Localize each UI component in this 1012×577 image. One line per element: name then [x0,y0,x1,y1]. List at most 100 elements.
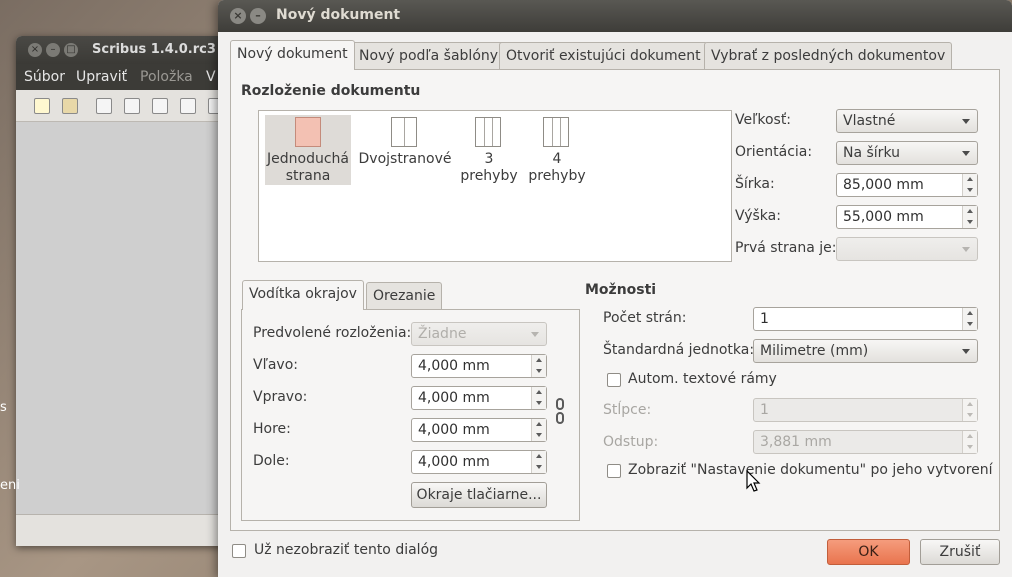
chain-link-icon[interactable] [556,412,564,424]
first-page-combo[interactable] [836,237,978,261]
arrow-down-icon[interactable] [967,188,973,192]
arrow-down-icon[interactable] [967,413,973,417]
margin-bottom-input[interactable] [412,451,532,473]
columns-stepper[interactable] [962,399,977,421]
arrow-up-icon[interactable] [967,209,973,213]
size-combo[interactable]: Vlastné [836,109,978,133]
height-label: Výška: [735,208,781,224]
new-document-icon[interactable] [34,98,50,114]
width-spinbox[interactable] [836,173,978,197]
arrow-down-icon[interactable] [967,220,973,224]
ok-button[interactable]: OK [827,539,910,565]
arrow-up-icon[interactable] [536,422,542,426]
page-count-spinbox[interactable] [753,307,978,331]
edge-text: s [0,400,7,415]
arrow-up-icon[interactable] [967,402,973,406]
preset-layouts-combo[interactable]: Žiadne [411,322,547,346]
menu-view[interactable]: V [206,69,216,85]
new-document-dialog: × – Nový dokument Nový dokument Nový pod… [218,0,1012,577]
tab-open-existing[interactable]: Otvoriť existujúci dokument [499,42,708,70]
gap-spinbox[interactable] [753,430,978,454]
dialog-titlebar: × – Nový dokument [218,0,1012,32]
width-stepper[interactable] [962,174,977,196]
arrow-down-icon[interactable] [967,445,973,449]
margin-right-stepper[interactable] [531,387,546,409]
layout-single-page[interactable]: Jednoduchá strana [265,115,351,185]
margin-right-spinbox[interactable] [411,386,547,410]
single-page-icon [295,117,321,147]
menu-file[interactable]: Súbor [24,69,65,85]
margin-top-spinbox[interactable] [411,418,547,442]
arrow-up-icon[interactable] [536,454,542,458]
page-count-stepper[interactable] [962,308,977,330]
show-doc-setup-checkbox[interactable] [607,464,621,478]
show-doc-setup-label: Zobraziť "Nastavenie dokumentu" po jeho … [628,462,993,478]
layout-three-fold[interactable]: 3 prehyby [455,115,523,185]
margin-top-stepper[interactable] [531,419,546,441]
print-icon[interactable] [152,98,168,114]
layout-section-title: Rozloženie dokumentu [241,83,421,99]
three-fold-icon [475,117,501,147]
height-input[interactable] [837,206,963,228]
arrow-up-icon[interactable] [967,177,973,181]
height-stepper[interactable] [962,206,977,228]
close-icon[interactable]: × [230,8,246,24]
arrow-up-icon[interactable] [967,311,973,315]
layout-double-sided[interactable]: Dvojstranové [357,115,453,185]
close-icon[interactable]: × [28,43,42,57]
margin-bottom-stepper[interactable] [531,451,546,473]
arrow-down-icon[interactable] [536,401,542,405]
columns-input[interactable] [754,399,963,421]
arrow-up-icon[interactable] [536,390,542,394]
layout-list[interactable]: Jednoduchá strana Dvojstranové 3 prehyby… [258,110,732,262]
tab-new-document[interactable]: Nový dokument [230,40,355,70]
close-document-icon[interactable] [124,98,140,114]
page-count-input[interactable] [754,308,963,330]
default-unit-combo[interactable]: Milimetre (mm) [753,339,978,363]
arrow-down-icon[interactable] [536,465,542,469]
margin-right-input[interactable] [412,387,532,409]
save-icon[interactable] [96,98,112,114]
margin-top-input[interactable] [412,419,532,441]
orientation-combo[interactable]: Na šírku [836,141,978,165]
tab-recent-documents[interactable]: Vybrať z posledných dokumentov [704,42,953,70]
columns-spinbox[interactable] [753,398,978,422]
gap-stepper[interactable] [962,431,977,453]
height-spinbox[interactable] [836,205,978,229]
preflight-icon[interactable] [180,98,196,114]
menu-edit[interactable]: Upraviť [76,69,127,85]
margin-left-spinbox[interactable] [411,354,547,378]
width-label: Šírka: [735,176,775,192]
columns-label: Stĺpce: [603,402,652,418]
menu-item[interactable]: Položka [140,69,193,85]
arrow-down-icon[interactable] [536,433,542,437]
chevron-down-icon [962,349,970,354]
background-statusbar [16,514,246,546]
arrow-down-icon[interactable] [967,322,973,326]
minimize-icon[interactable]: – [250,8,266,24]
arrow-up-icon[interactable] [967,434,973,438]
auto-text-frames-checkbox[interactable] [607,373,621,387]
tab-new-from-template[interactable]: Nový podľa šablóny [352,42,506,70]
tab-bleeds[interactable]: Orezanie [366,282,443,310]
background-scribus-window: × – □ Scribus 1.4.0.rc3 Súbor Upraviť Po… [16,36,246,546]
minimize-icon[interactable]: – [46,43,60,57]
layout-four-fold[interactable]: 4 prehyby [523,115,591,185]
background-window-title: Scribus 1.4.0.rc3 [92,42,216,57]
arrow-down-icon[interactable] [536,369,542,373]
chain-link-icon[interactable] [556,398,564,410]
width-input[interactable] [837,174,963,196]
printer-margins-button[interactable]: Okraje tlačiarne... [411,482,547,508]
dont-show-again-checkbox[interactable] [232,544,246,558]
open-folder-icon[interactable] [62,98,78,114]
tab-margin-guides[interactable]: Vodítka okrajov [242,280,364,310]
maximize-icon[interactable]: □ [64,43,78,57]
arrow-up-icon[interactable] [536,358,542,362]
background-toolbar [16,90,246,122]
margin-left-input[interactable] [412,355,532,377]
margin-bottom-spinbox[interactable] [411,450,547,474]
margin-left-stepper[interactable] [531,355,546,377]
cancel-button[interactable]: Zrušiť [920,539,1000,565]
gap-input[interactable] [754,431,963,453]
options-section-title: Možnosti [585,282,657,298]
